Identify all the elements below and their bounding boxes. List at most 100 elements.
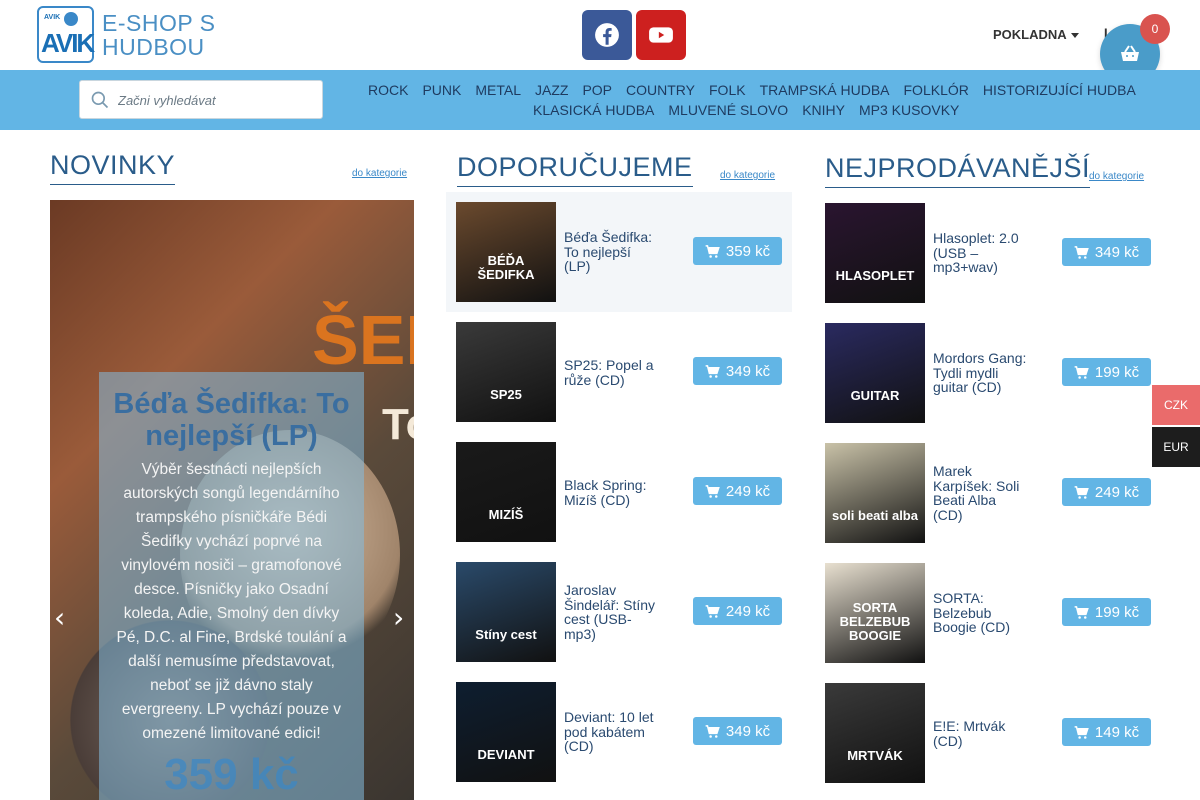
product-cover-text: Stíny cest xyxy=(475,627,537,642)
category-menu-row-2: KLASICKÁ HUDBA MLUVENÉ SLOVO KNIHY MP3 K… xyxy=(533,102,959,118)
add-to-cart-button[interactable]: 359 kč xyxy=(693,237,782,265)
add-to-cart-button[interactable]: 249 kč xyxy=(693,597,782,625)
product-item[interactable]: SORTA BELZEBUB BOOGIE SORTA: Belzebub Boo… xyxy=(815,553,1161,673)
novinky-category-link[interactable]: do kategorie xyxy=(352,168,407,179)
product-cover-image[interactable]: SORTA BELZEBUB BOOGIE xyxy=(825,563,925,663)
product-cover-image[interactable]: BÉĎA ŠEDIFKA xyxy=(456,202,556,302)
cart-icon xyxy=(705,724,720,738)
product-price: 349 kč xyxy=(725,722,771,740)
product-item[interactable]: SP25 SP25: Popel a růže (CD) 349 kč xyxy=(446,312,792,432)
product-cover-image[interactable]: soli beati alba xyxy=(825,443,925,543)
brand-name[interactable]: E-SHOP S HUDBOU xyxy=(102,11,216,59)
search-input[interactable] xyxy=(118,89,313,111)
chevron-left-icon[interactable]: ‹ xyxy=(54,604,74,632)
add-to-cart-button[interactable]: 249 kč xyxy=(1062,478,1151,506)
nav-item-knihy[interactable]: KNIHY xyxy=(802,102,845,118)
product-cover-image[interactable]: MIZÍŠ xyxy=(456,442,556,542)
youtube-button[interactable] xyxy=(636,10,686,60)
currency-czk-button[interactable]: CZK xyxy=(1152,385,1200,425)
nav-item-mluvene-slovo[interactable]: MLUVENÉ SLOVO xyxy=(668,102,788,118)
product-item[interactable]: BÉĎA ŠEDIFKA Béďa Šedifka: To nejlepší (L… xyxy=(446,192,792,312)
product-cover-text: DEVIANT xyxy=(477,747,535,762)
chevron-right-icon[interactable]: › xyxy=(393,604,413,632)
cart-icon xyxy=(705,484,720,498)
globe-icon xyxy=(64,12,78,26)
nav-item-klasicka-hudba[interactable]: KLASICKÁ HUDBA xyxy=(533,102,654,118)
product-price: 149 kč xyxy=(1094,723,1140,741)
novinky-slider[interactable]: ŠED To Béďa Šedifka: To nejlepší (LP) Vý… xyxy=(50,200,414,800)
product-cover-image[interactable]: MRTVÁK xyxy=(825,683,925,783)
product-item[interactable]: Stíny cest Jaroslav Šindelář: Stíny cest … xyxy=(446,552,792,672)
product-name[interactable]: SP25: Popel a růže (CD) xyxy=(564,358,658,387)
product-item[interactable]: HLASOPLET Hlasoplet: 2.0 (USB – mp3+wav) 3… xyxy=(815,193,1161,313)
product-item[interactable]: soli beati alba Marek Karpíšek: Soli Beat… xyxy=(815,433,1161,553)
cart-icon xyxy=(1074,365,1089,379)
product-cover-text: BÉĎA ŠEDIFKA xyxy=(477,253,535,282)
nav-item-metal[interactable]: METAL xyxy=(475,82,521,98)
product-item[interactable]: DEVIANT Deviant: 10 let pod kabátem (CD) 3… xyxy=(446,672,792,792)
product-name[interactable]: Béďa Šedifka: To nejlepší (LP) xyxy=(564,230,658,274)
slide-card[interactable]: Béďa Šedifka: To nejlepší (LP) Výběr šes… xyxy=(99,372,364,800)
product-name[interactable]: Jaroslav Šindelář: Stíny cest (USB-mp3) xyxy=(564,583,658,641)
chevron-down-icon[interactable] xyxy=(1071,33,1079,38)
add-to-cart-button[interactable]: 199 kč xyxy=(1062,358,1151,386)
youtube-icon xyxy=(649,27,673,43)
doporucujeme-category-link[interactable]: do kategorie xyxy=(720,170,775,181)
product-cover-text: MIZÍŠ xyxy=(488,507,524,522)
product-name[interactable]: Hlasoplet: 2.0 (USB – mp3+wav) xyxy=(933,231,1027,275)
product-price: 199 kč xyxy=(1094,363,1140,381)
nav-item-punk[interactable]: PUNK xyxy=(422,82,461,98)
product-item[interactable]: GUITAR Mordors Gang: Tydli mydli guitar (… xyxy=(815,313,1161,433)
brand-line-1: E-SHOP S xyxy=(102,10,216,36)
brand-line-2: HUDBOU xyxy=(102,34,205,60)
logo-big-text: AVIK xyxy=(41,28,95,58)
slide-price: 359 kč xyxy=(164,750,299,799)
add-to-cart-button[interactable]: 249 kč xyxy=(693,477,782,505)
nav-item-jazz[interactable]: JAZZ xyxy=(535,82,568,98)
product-name[interactable]: E!E: Mrtvák (CD) xyxy=(933,719,1027,748)
product-cover-image[interactable]: SP25 xyxy=(456,322,556,422)
product-price: 249 kč xyxy=(725,482,771,500)
nav-item-folk[interactable]: FOLK xyxy=(709,82,746,98)
nav-item-trampska-hudba[interactable]: TRAMPSKÁ HUDBA xyxy=(760,82,890,98)
product-cover-image[interactable]: GUITAR xyxy=(825,323,925,423)
add-to-cart-button[interactable]: 349 kč xyxy=(1062,238,1151,266)
add-to-cart-button[interactable]: 349 kč xyxy=(693,357,782,385)
product-cover-text: soli beati alba xyxy=(832,508,918,523)
nav-item-historizujici-hudba[interactable]: HISTORIZUJÍCÍ HUDBA xyxy=(983,82,1136,98)
nav-item-mp3-kusovky[interactable]: MP3 KUSOVKY xyxy=(859,102,959,118)
logo-small-text: AVIK xyxy=(44,14,61,21)
add-to-cart-button[interactable]: 149 kč xyxy=(1062,718,1151,746)
site-logo[interactable]: AVIK AVIK xyxy=(37,6,95,63)
search-box[interactable] xyxy=(79,80,323,119)
product-name[interactable]: Marek Karpíšek: Soli Beati Alba (CD) xyxy=(933,464,1027,522)
pokladna-menu[interactable]: POKLADNA xyxy=(993,27,1067,42)
product-name[interactable]: Deviant: 10 let pod kabátem (CD) xyxy=(564,710,658,754)
nejprodavanejsi-category-link[interactable]: do kategorie xyxy=(1089,171,1144,182)
product-cover-text: MRTVÁK xyxy=(847,748,903,763)
product-name[interactable]: Mordors Gang: Tydli mydli guitar (CD) xyxy=(933,351,1027,395)
product-name[interactable]: Black Spring: Mizíš (CD) xyxy=(564,478,658,507)
product-item[interactable]: MIZÍŠ Black Spring: Mizíš (CD) 249 kč xyxy=(446,432,792,552)
product-item[interactable]: MRTVÁK E!E: Mrtvák (CD) 149 kč xyxy=(815,673,1161,793)
facebook-button[interactable] xyxy=(582,10,632,60)
nav-item-folklor[interactable]: FOLKLÓR xyxy=(904,82,969,98)
add-to-cart-button[interactable]: 349 kč xyxy=(693,717,782,745)
product-name[interactable]: SORTA: Belzebub Boogie (CD) xyxy=(933,591,1027,635)
product-price: 349 kč xyxy=(1094,243,1140,261)
section-title-nejprodavanejsi[interactable]: NEJPRODÁVANĚJŠÍ xyxy=(825,153,1091,188)
search-icon xyxy=(91,91,109,109)
nav-item-pop[interactable]: POP xyxy=(582,82,612,98)
nav-item-rock[interactable]: ROCK xyxy=(368,82,408,98)
add-to-cart-button[interactable]: 199 kč xyxy=(1062,598,1151,626)
section-title-novinky[interactable]: NOVINKY xyxy=(50,150,176,185)
product-cover-image[interactable]: Stíny cest xyxy=(456,562,556,662)
section-title-doporucujeme[interactable]: DOPORUČUJEME xyxy=(457,152,693,187)
product-cover-image[interactable]: HLASOPLET xyxy=(825,203,925,303)
product-cover-text: SORTA BELZEBUB BOOGIE xyxy=(839,600,911,643)
slide-title[interactable]: Béďa Šedifka: To nejlepší (LP) xyxy=(99,388,364,452)
product-cover-image[interactable]: DEVIANT xyxy=(456,682,556,782)
currency-eur-button[interactable]: EUR xyxy=(1152,427,1200,467)
cart-icon xyxy=(1074,485,1089,499)
nav-item-country[interactable]: COUNTRY xyxy=(626,82,695,98)
